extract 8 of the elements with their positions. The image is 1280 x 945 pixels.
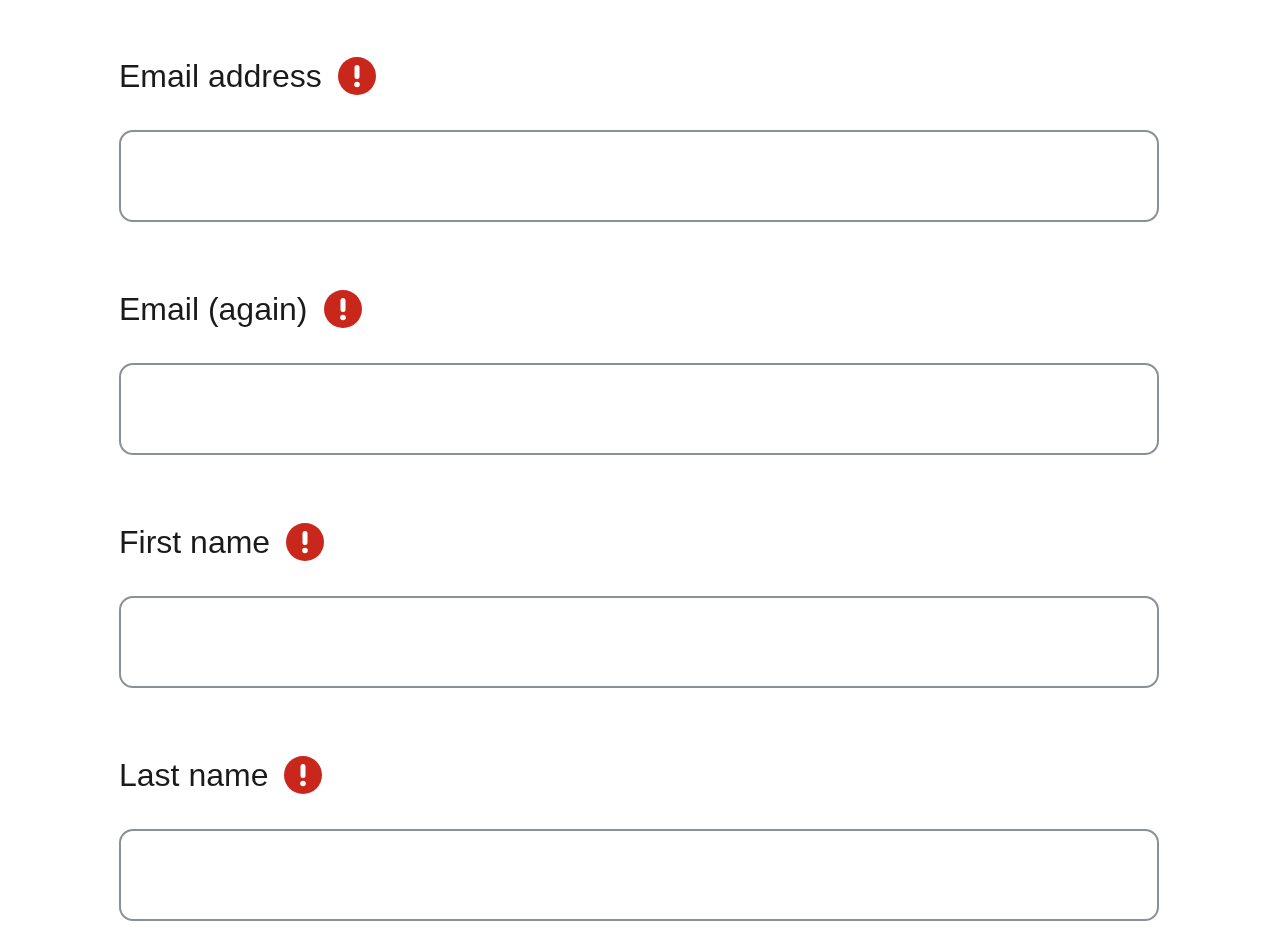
field-label: First name [119,523,271,562]
text-input[interactable] [119,363,1159,455]
text-input[interactable] [119,829,1159,921]
text-input[interactable] [119,130,1159,222]
text-input[interactable] [119,596,1159,688]
field-label: Email (again) [119,290,308,329]
field-label: Last name [119,756,269,795]
field-label: Email address [119,57,322,96]
